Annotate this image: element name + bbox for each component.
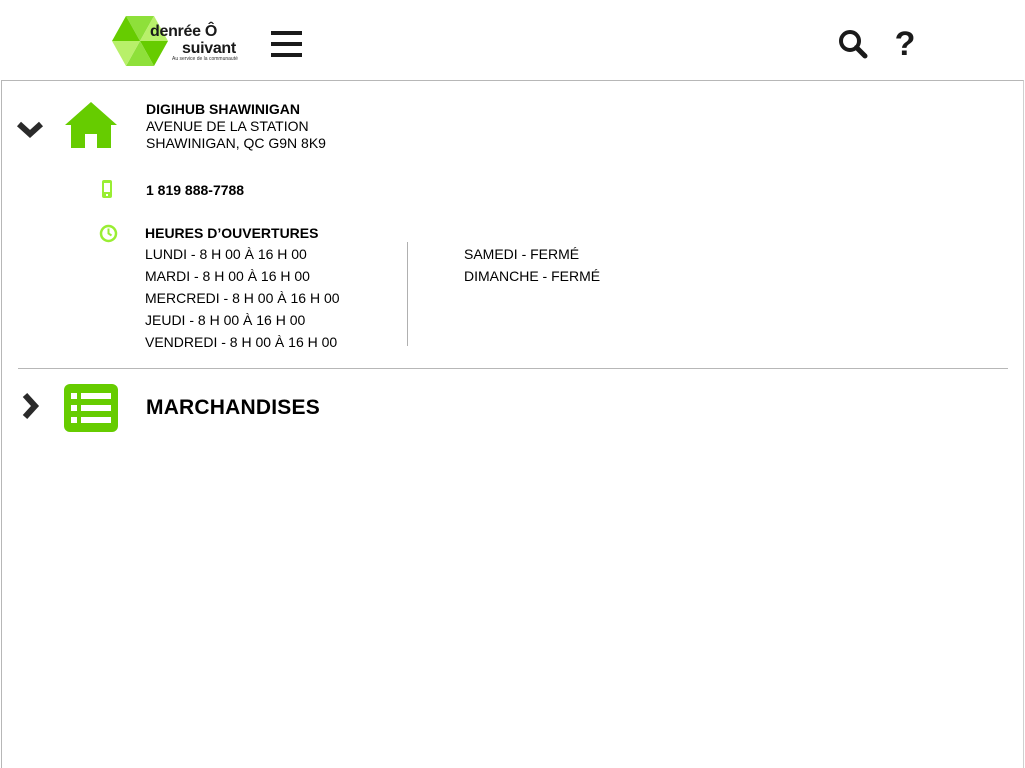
logo-line1: denrée Ô bbox=[150, 23, 217, 40]
list-icon bbox=[64, 384, 118, 432]
hours-tuesday: MARDI - 8 H 00 À 16 H 00 bbox=[145, 268, 310, 284]
address-line-1: AVENUE DE LA STATION bbox=[146, 118, 309, 134]
logo-wordmark: denrée Ô suivant bbox=[150, 23, 236, 57]
logo-line2: suivant bbox=[182, 40, 236, 57]
hours-thursday: JEUDI - 8 H 00 À 16 H 00 bbox=[145, 312, 306, 328]
search-icon[interactable] bbox=[838, 29, 868, 59]
clock-icon bbox=[99, 224, 118, 243]
logo-tagline: Au service de la communauté bbox=[172, 56, 238, 62]
hours-monday: LUNDI - 8 H 00 À 16 H 00 bbox=[145, 246, 307, 262]
phone-icon bbox=[101, 180, 113, 198]
app-header: denrée Ô suivant Au service de la commun… bbox=[0, 0, 1025, 80]
hours-column-divider bbox=[407, 242, 408, 346]
help-icon[interactable]: ? bbox=[893, 26, 917, 62]
chevron-down-icon[interactable] bbox=[16, 121, 44, 139]
location-name: DIGIHUB SHAWINIGAN bbox=[146, 101, 300, 117]
denree-o-suivant-logo[interactable]: denrée Ô suivant Au service de la commun… bbox=[112, 13, 242, 69]
main-content: DIGIHUB SHAWINIGAN AVENUE DE LA STATION … bbox=[1, 80, 1024, 768]
hamburger-menu-icon[interactable] bbox=[271, 29, 303, 59]
hours-friday: VENDREDI - 8 H 00 À 16 H 00 bbox=[145, 334, 338, 350]
home-icon bbox=[64, 101, 118, 149]
section-divider bbox=[18, 368, 1008, 369]
hours-wednesday: MERCREDI - 8 H 00 À 16 H 00 bbox=[145, 290, 340, 306]
address-line-2: SHAWINIGAN, QC G9N 8K9 bbox=[146, 135, 326, 151]
hours-sunday: DIMANCHE - FERMÉ bbox=[464, 268, 601, 284]
opening-hours-title: HEURES D’OUVERTURES bbox=[145, 225, 319, 241]
chevron-right-icon[interactable] bbox=[22, 392, 40, 420]
phone-number[interactable]: 1 819 888-7788 bbox=[146, 182, 244, 199]
hours-saturday: SAMEDI - FERMÉ bbox=[464, 246, 580, 262]
merchandise-section-title[interactable]: MARCHANDISES bbox=[146, 396, 320, 420]
